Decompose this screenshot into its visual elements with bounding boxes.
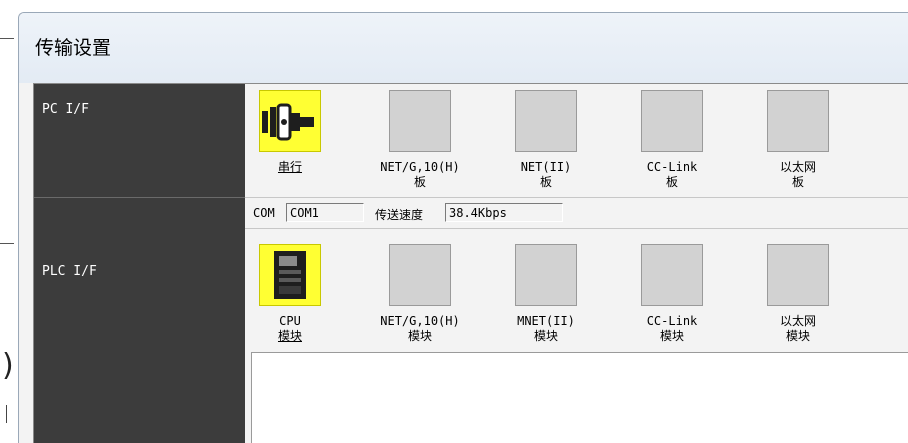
pc-if-netg10h-board[interactable]: NET/G,10(H) 板 <box>365 90 475 190</box>
plc-item-label: CPU <box>279 314 301 328</box>
option-box[interactable] <box>767 90 829 152</box>
option-box[interactable] <box>389 90 451 152</box>
plc-if-netg10h-module[interactable]: NET/G,10(H) 模块 <box>365 244 475 344</box>
cpu-option-box[interactable] <box>259 244 321 306</box>
pc-if-cclink-board[interactable]: CC-Link 板 <box>617 90 727 190</box>
background-line <box>0 38 14 39</box>
option-box[interactable] <box>515 244 577 306</box>
option-box[interactable] <box>767 244 829 306</box>
pc-item-label: NET(II) <box>520 160 572 174</box>
transfer-speed-label: 传送速度 <box>375 208 424 222</box>
pc-if-serial[interactable]: 串行 <box>235 90 345 175</box>
com-port-field[interactable]: COM1 <box>286 203 364 222</box>
plc-item-sublabel: 模块 <box>277 329 302 343</box>
plc-if-cclink-module[interactable]: CC-Link 模块 <box>617 244 727 344</box>
plc-if-cpu-module[interactable]: CPU 模块 <box>235 244 345 344</box>
title-bar[interactable]: 传输设置 <box>19 13 908 83</box>
background-line <box>0 243 14 244</box>
plc-item-sublabel: 模块 <box>659 329 684 343</box>
interface-options-area: 串行 NET/G,10(H) 板 NET(II) 板 CC-Link 板 以太网… <box>245 84 908 443</box>
settings-panel: PC I/F PLC I/F 串行 NET/G,10(H) 板 NET(II) … <box>33 83 908 443</box>
plc-item-label: MNET(II) <box>517 314 575 328</box>
plc-if-label: PLC I/F <box>42 264 97 279</box>
pc-if-label: PC I/F <box>42 102 89 117</box>
serial-option-box[interactable] <box>259 90 321 152</box>
window-title: 传输设置 <box>35 37 112 59</box>
transfer-speed-field[interactable]: 38.4Kbps <box>445 203 563 222</box>
pc-item-sublabel: 板 <box>791 175 804 189</box>
transfer-settings-window: 传输设置 PC I/F PLC I/F 串行 NET/G,10(H) 板 NET… <box>18 12 908 443</box>
option-box[interactable] <box>641 90 703 152</box>
pc-item-label: 以太网 <box>779 160 816 174</box>
plc-item-sublabel: 模块 <box>533 329 558 343</box>
cpu-module-icon <box>274 251 306 299</box>
background-glyph: ) <box>2 348 14 383</box>
com-label: COM <box>253 206 275 220</box>
plc-item-sublabel: 模块 <box>785 329 810 343</box>
plc-if-mnet2-module[interactable]: MNET(II) 模块 <box>491 244 601 344</box>
pc-item-label: NET/G,10(H) <box>380 160 460 174</box>
row-divider <box>34 197 245 198</box>
plc-item-label: CC-Link <box>646 314 698 328</box>
pc-item-sublabel: 板 <box>539 175 552 189</box>
option-box[interactable] <box>389 244 451 306</box>
com-settings-row: COM COM1 传送速度 38.4Kbps <box>245 197 908 229</box>
pc-if-net2-board[interactable]: NET(II) 板 <box>491 90 601 190</box>
plc-item-label: NET/G,10(H) <box>380 314 460 328</box>
plc-if-ethernet-module[interactable]: 以太网 模块 <box>743 244 853 344</box>
pc-item-label: 串行 <box>277 160 302 174</box>
plc-item-sublabel: 模块 <box>407 329 432 343</box>
pc-item-sublabel: 板 <box>665 175 678 189</box>
plc-item-label: 以太网 <box>779 314 816 328</box>
pc-if-ethernet-board[interactable]: 以太网 板 <box>743 90 853 190</box>
option-box[interactable] <box>641 244 703 306</box>
pc-item-sublabel: 板 <box>413 175 426 189</box>
serial-port-icon <box>262 103 314 141</box>
detail-panel <box>251 352 908 443</box>
pc-item-label: CC-Link <box>646 160 698 174</box>
interface-label-column: PC I/F PLC I/F <box>34 84 245 443</box>
background-line <box>6 405 7 423</box>
option-box[interactable] <box>515 90 577 152</box>
